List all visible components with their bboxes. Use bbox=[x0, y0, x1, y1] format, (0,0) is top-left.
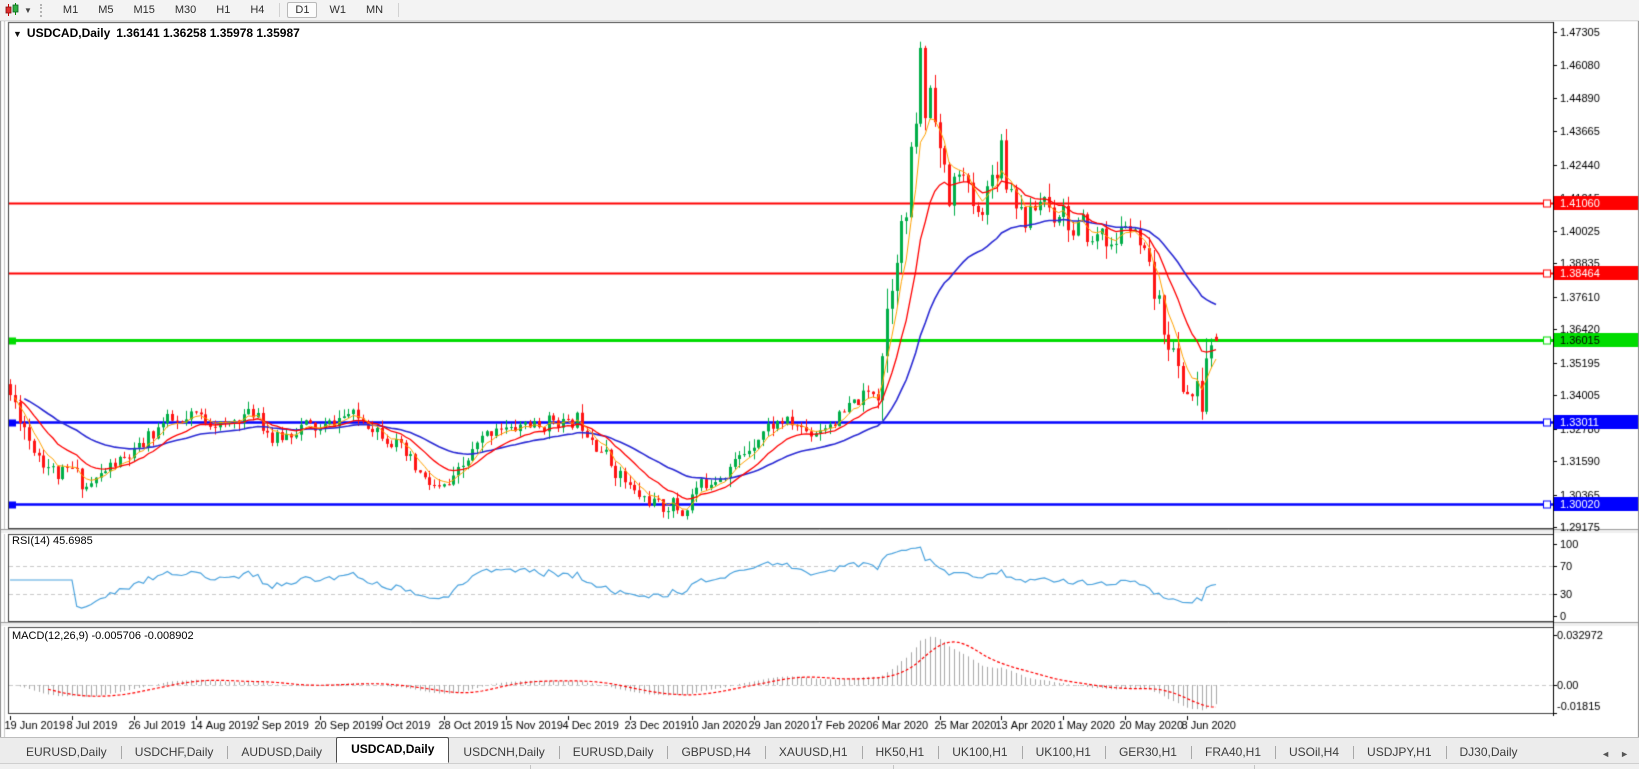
toolbar-grip[interactable] bbox=[39, 3, 45, 17]
timeframe-button-h4[interactable]: H4 bbox=[242, 2, 272, 18]
tab-scroll-arrows: ◄ ► bbox=[1601, 749, 1639, 763]
chart-tabs: EURUSD,Daily USDCHF,Daily AUDUSD,Daily USDC… bbox=[12, 737, 1532, 763]
rsi-indicator-label: RSI(14) 45.6985 bbox=[12, 535, 93, 547]
timeframe-button-w1[interactable]: W1 bbox=[321, 2, 354, 18]
tab-scroll-left-icon[interactable]: ◄ bbox=[1601, 749, 1610, 759]
chart-type-dropdown-icon[interactable]: ▼ bbox=[24, 6, 32, 15]
timeframe-button-mn[interactable]: MN bbox=[358, 2, 391, 18]
tab-audusd-daily-2[interactable]: AUDUSD,Daily bbox=[227, 742, 336, 763]
timeframe-button-m15[interactable]: M15 bbox=[125, 2, 162, 18]
timeframe-button-m1[interactable]: M1 bbox=[55, 2, 86, 18]
toolbar-separator bbox=[398, 3, 400, 17]
chart-type-icon[interactable] bbox=[4, 3, 22, 17]
timeframe-toolbar: ▼ M1 M5 M15 M30 H1 H4 D1 W1 MN bbox=[0, 0, 1639, 21]
tab-scroll-right-icon[interactable]: ► bbox=[1620, 749, 1629, 759]
chart-title: ▼ USDCAD,Daily 1.36141 1.36258 1.35978 1.3… bbox=[13, 26, 306, 40]
tab-uk100-h1-9[interactable]: UK100,H1 bbox=[938, 742, 1021, 763]
tab-dj30-daily-15[interactable]: DJ30,Daily bbox=[1445, 742, 1532, 763]
collapse-triangle-icon[interactable]: ▼ bbox=[13, 29, 22, 39]
timeframe-button-m5[interactable]: M5 bbox=[90, 2, 121, 18]
tab-usoil-h4-13[interactable]: USOil,H4 bbox=[1275, 742, 1353, 763]
tab-eurusd-daily-0[interactable]: EURUSD,Daily bbox=[12, 742, 121, 763]
chart-symbol-period: USDCAD,Daily bbox=[26, 26, 111, 40]
price-chart-canvas[interactable] bbox=[0, 0, 1639, 769]
chart-ohlc-values: 1.36141 1.36258 1.35978 1.35987 bbox=[116, 26, 300, 40]
timeframe-button-d1[interactable]: D1 bbox=[287, 2, 318, 18]
tab-usdcnh-daily-4[interactable]: USDCNH,Daily bbox=[449, 742, 558, 763]
tab-usdchf-daily-1[interactable]: USDCHF,Daily bbox=[120, 742, 228, 763]
chart-tab-bar: EURUSD,Daily USDCHF,Daily AUDUSD,Daily USDC… bbox=[0, 737, 1639, 763]
tab-xauusd-h1-7[interactable]: XAUUSD,H1 bbox=[764, 742, 862, 763]
macd-indicator-label: MACD(12,26,9) -0.005706 -0.008902 bbox=[12, 630, 194, 642]
tab-ger30-h1-11[interactable]: GER30,H1 bbox=[1104, 742, 1191, 763]
tab-uk100-h1-10[interactable]: UK100,H1 bbox=[1021, 742, 1105, 763]
tab-eurusd-daily-5[interactable]: EURUSD,Daily bbox=[558, 742, 668, 763]
toolbar-separator bbox=[279, 3, 281, 17]
status-strip bbox=[0, 763, 1639, 769]
tab-gbpusd-h4-6[interactable]: GBPUSD,H4 bbox=[667, 742, 764, 763]
tab-usdjpy-h1-14[interactable]: USDJPY,H1 bbox=[1353, 742, 1445, 763]
timeframe-button-m30[interactable]: M30 bbox=[167, 2, 204, 18]
timeframe-buttons: M1 M5 M15 M30 H1 H4 D1 W1 MN bbox=[53, 2, 404, 18]
tab-hk50-h1-8[interactable]: HK50,H1 bbox=[861, 742, 939, 763]
tab-fra40-h1-12[interactable]: FRA40,H1 bbox=[1190, 742, 1275, 763]
timeframe-button-h1[interactable]: H1 bbox=[208, 2, 238, 18]
tab-usdcad-daily-3[interactable]: USDCAD,Daily bbox=[336, 737, 450, 763]
